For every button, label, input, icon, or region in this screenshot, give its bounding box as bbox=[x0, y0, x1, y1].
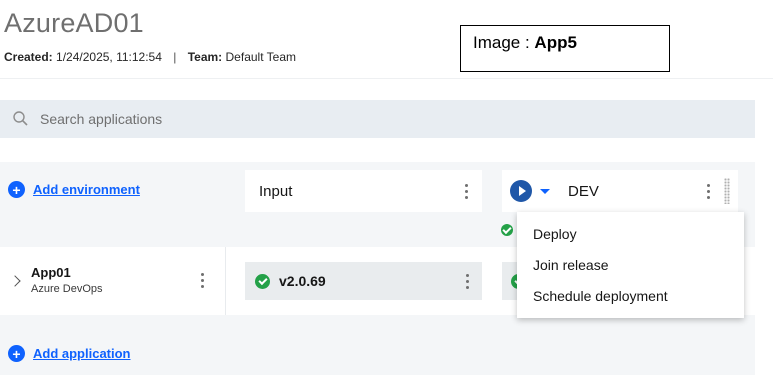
created-label: Created: bbox=[4, 50, 53, 64]
created-value: 1/24/2025, 11:12:54 bbox=[56, 50, 162, 64]
metadata-line: Created: 1/24/2025, 11:12:54 | Team: Def… bbox=[4, 50, 296, 64]
separator: | bbox=[173, 50, 177, 64]
add-environment-label: Add environment bbox=[33, 182, 140, 197]
success-check-icon bbox=[501, 224, 513, 236]
deploy-dropdown-menu: Deploy Join release Schedule deployment bbox=[517, 212, 744, 318]
header-divider bbox=[0, 78, 773, 79]
add-environment-button[interactable]: + Add environment bbox=[8, 181, 140, 198]
environment-card-input[interactable]: Input bbox=[245, 170, 482, 212]
search-input[interactable] bbox=[40, 111, 640, 127]
plus-circle-icon: + bbox=[8, 345, 25, 362]
plus-circle-icon: + bbox=[8, 181, 25, 198]
caret-down-icon[interactable] bbox=[540, 188, 550, 194]
application-name: App01 bbox=[31, 265, 71, 280]
environment-label: Input bbox=[259, 182, 293, 200]
image-annotation-box: Image : App5 bbox=[460, 25, 670, 72]
team-value: Default Team bbox=[225, 50, 296, 64]
overflow-menu-icon[interactable] bbox=[465, 273, 469, 289]
menu-item-join-release[interactable]: Join release bbox=[517, 249, 744, 280]
menu-item-schedule-deployment[interactable]: Schedule deployment bbox=[517, 280, 744, 311]
overflow-menu-icon[interactable] bbox=[464, 183, 468, 199]
success-check-icon bbox=[255, 273, 270, 289]
overflow-menu-icon[interactable] bbox=[200, 273, 204, 288]
drag-handle-icon[interactable] bbox=[724, 178, 730, 204]
search-icon bbox=[13, 111, 28, 126]
add-application-button[interactable]: + Add application bbox=[8, 345, 131, 362]
team-label: Team: bbox=[187, 50, 223, 64]
overflow-menu-icon[interactable] bbox=[706, 183, 710, 199]
version-label: v2.0.69 bbox=[279, 273, 326, 289]
application-source: Azure DevOps bbox=[31, 283, 103, 295]
play-icon[interactable] bbox=[510, 180, 532, 202]
version-cell-input[interactable]: v2.0.69 bbox=[245, 262, 482, 300]
image-annotation-prefix: Image : bbox=[473, 33, 535, 52]
chevron-right-icon[interactable] bbox=[9, 275, 21, 287]
menu-item-deploy[interactable]: Deploy bbox=[517, 218, 744, 249]
page-title: AzureAD01 bbox=[4, 8, 144, 38]
image-annotation-name: App5 bbox=[534, 33, 577, 52]
application-cell[interactable]: App01 Azure DevOps bbox=[0, 247, 226, 315]
search-bar[interactable] bbox=[0, 100, 755, 138]
add-application-label: Add application bbox=[33, 346, 131, 361]
environment-label: DEV bbox=[568, 182, 599, 200]
environment-card-dev[interactable]: DEV bbox=[502, 170, 738, 212]
